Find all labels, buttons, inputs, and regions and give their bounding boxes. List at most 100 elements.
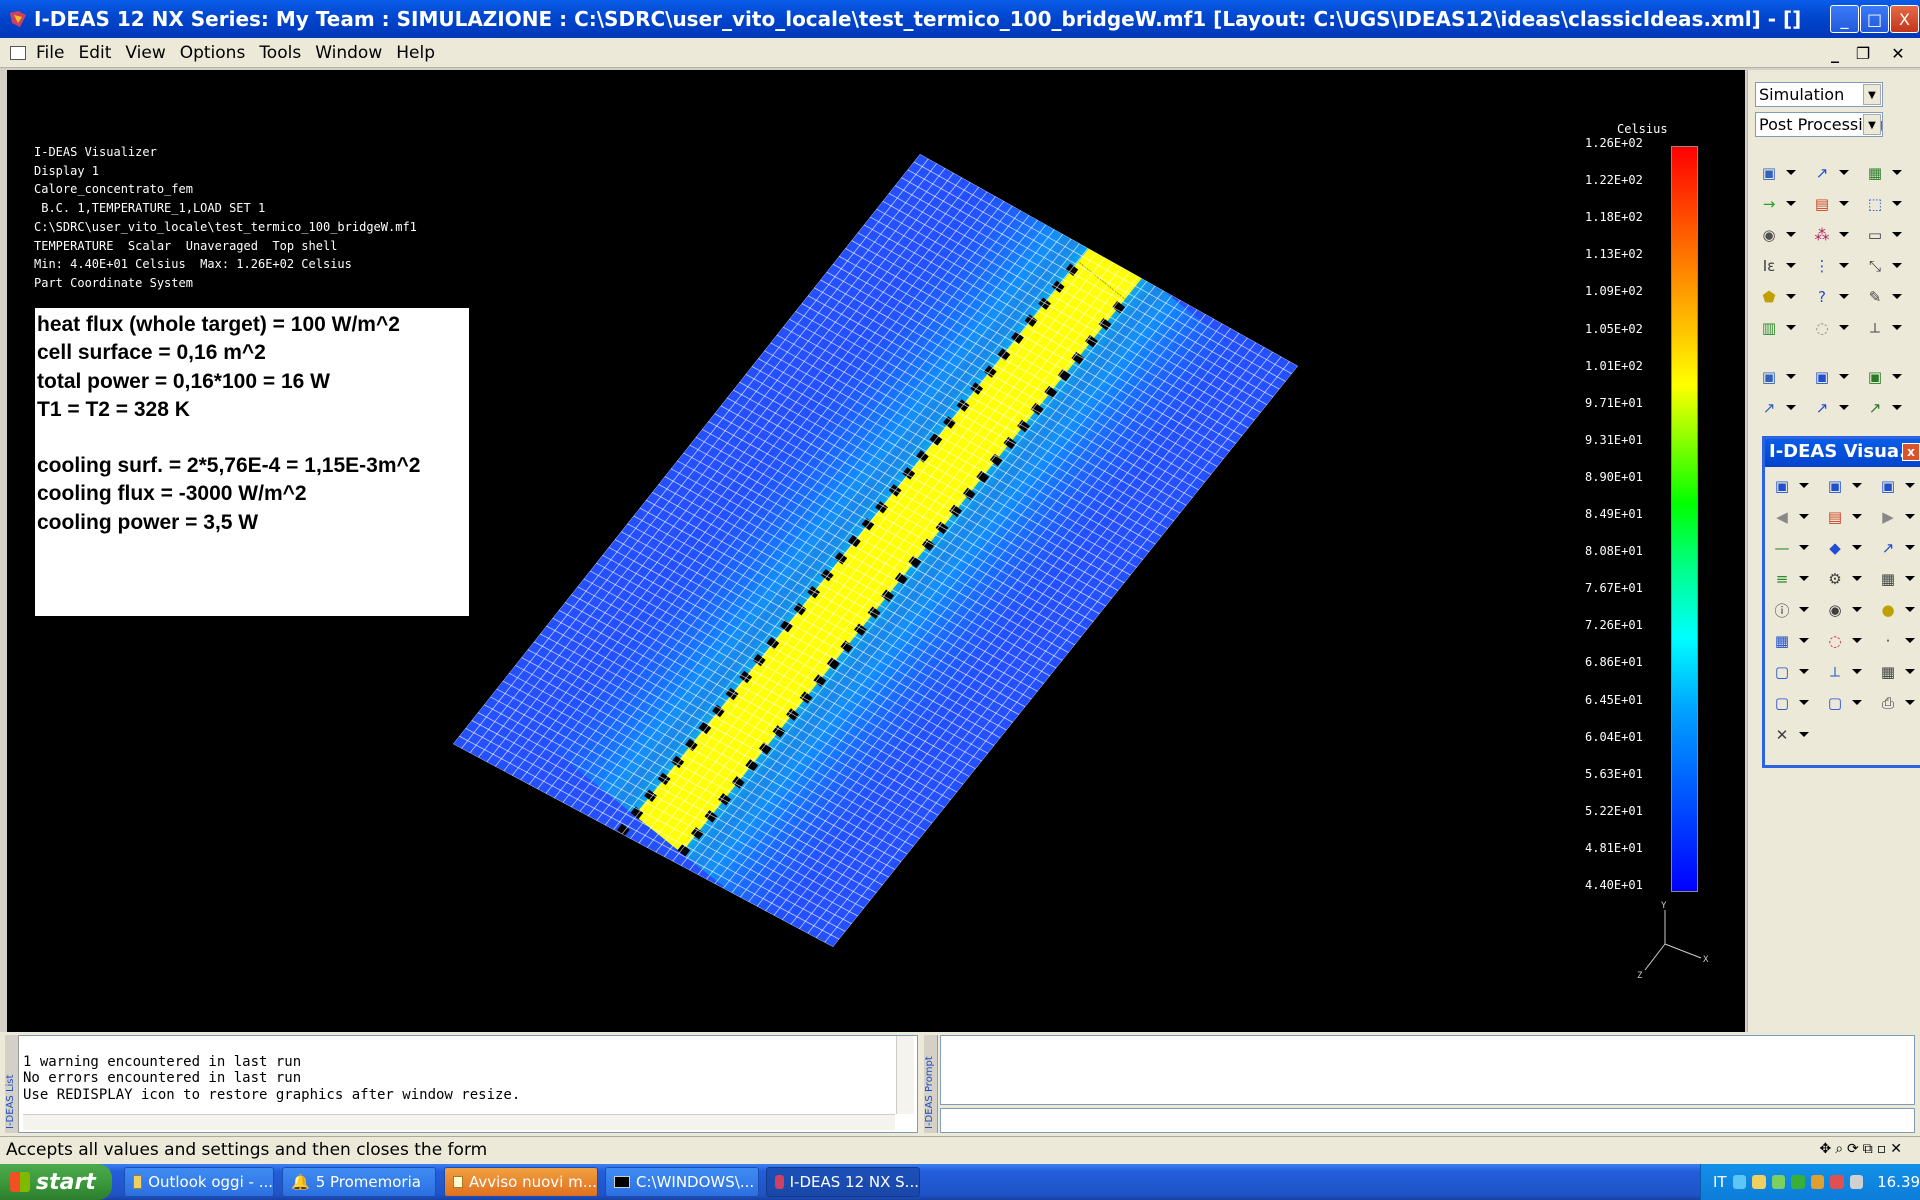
visualizer-tool-icon[interactable]: ◀: [1769, 504, 1809, 530]
task-outlook[interactable]: Outlook oggi - ...: [124, 1167, 274, 1197]
menu-edit[interactable]: Edit: [76, 41, 113, 65]
list-horizontal-scrollbar[interactable]: [23, 1114, 895, 1130]
console-icon: [614, 1176, 630, 1188]
visualizer-tool-icon[interactable]: —: [1769, 535, 1809, 561]
visualizer-tool-icon[interactable]: ◆: [1822, 535, 1862, 561]
visualizer-tool-icon[interactable]: ◌: [1822, 628, 1862, 654]
tool-icon[interactable]: ◌: [1809, 315, 1849, 341]
visualizer-tool-icon[interactable]: ◉: [1822, 597, 1862, 623]
tool-icon[interactable]: ⋮: [1809, 253, 1849, 279]
visualizer-tool-icon[interactable]: ▢: [1769, 659, 1809, 685]
visualizer-tool-icon[interactable]: ⎙: [1875, 690, 1915, 716]
prompt-history-area[interactable]: [940, 1035, 1915, 1105]
mail-tray-icon[interactable]: [1752, 1175, 1766, 1189]
color-legend-bar: [1671, 146, 1698, 892]
ideas-icon: [775, 1175, 784, 1189]
menu-help[interactable]: Help: [394, 41, 437, 65]
visualizer-tool-icon[interactable]: ↗: [1875, 535, 1915, 561]
tool-icon[interactable]: ↗: [1809, 160, 1849, 186]
visualizer-tool-icon[interactable]: ▢: [1769, 690, 1809, 716]
tool-icon[interactable]: ✎: [1862, 284, 1902, 310]
tool-icon[interactable]: ↗: [1756, 395, 1796, 421]
task-ideas[interactable]: I-DEAS 12 NX S...: [766, 1167, 920, 1197]
prompt-input[interactable]: [940, 1108, 1915, 1133]
menu-options[interactable]: Options: [178, 41, 248, 65]
messenger-icon[interactable]: [1791, 1175, 1805, 1189]
close-button[interactable]: X: [1890, 5, 1919, 33]
sync-icon[interactable]: [1771, 1175, 1786, 1189]
status-text: Accepts all values and settings and then…: [6, 1140, 488, 1160]
visualizer-tool-icon[interactable]: ▦: [1769, 628, 1809, 654]
shield-icon[interactable]: [1830, 1175, 1844, 1189]
visualizer-tool-icon[interactable]: ▣: [1875, 473, 1915, 499]
window-titlebar[interactable]: I-DEAS 12 NX Series: My Team : SIMULAZIO…: [0, 0, 1920, 38]
list-panel-tab[interactable]: I-DEAS List: [5, 1035, 19, 1133]
menu-view[interactable]: View: [123, 41, 167, 65]
task-reminders[interactable]: 🔔 5 Promemoria: [282, 1167, 436, 1197]
visualizer-tool-icon[interactable]: ▦: [1875, 566, 1915, 592]
tool-icon[interactable]: ◉: [1756, 222, 1796, 248]
fem-temperature-plot[interactable]: [7, 70, 1745, 1032]
tool-icon[interactable]: ⬚: [1862, 191, 1902, 217]
visualizer-panel-close-icon[interactable]: x: [1902, 443, 1920, 461]
volume-icon[interactable]: [1849, 1175, 1864, 1189]
clock: 16.39: [1877, 1173, 1920, 1191]
visualizer-tool-icon[interactable]: ▦: [1875, 659, 1915, 685]
menu-tools[interactable]: Tools: [257, 41, 303, 65]
tool-icon[interactable]: ?: [1809, 284, 1849, 310]
visualizer-tool-icon[interactable]: ·: [1875, 628, 1915, 654]
visualizer-tool-icon[interactable]: ▶: [1875, 504, 1915, 530]
view-control-icons[interactable]: ✥⌕⟳⧉▫✕: [1819, 1141, 1906, 1157]
security-icon[interactable]: [1810, 1175, 1825, 1189]
menu-window[interactable]: Window: [313, 41, 384, 65]
tool-icon[interactable]: ▣: [1862, 364, 1902, 390]
start-button[interactable]: start: [0, 1164, 112, 1200]
tool-icon[interactable]: ⬟: [1756, 284, 1796, 310]
visualizer-tool-icon[interactable]: ✕: [1769, 722, 1809, 748]
tool-icon[interactable]: ⤡: [1862, 253, 1902, 279]
tool-icon[interactable]: ▦: [1862, 160, 1902, 186]
visualizer-tool-icon[interactable]: ▢: [1822, 690, 1862, 716]
mdi-minimize-button[interactable]: _: [1822, 44, 1848, 66]
visualizer-tool-icon[interactable]: ⚙: [1822, 566, 1862, 592]
tool-icon[interactable]: ↗: [1809, 395, 1849, 421]
tool-icon[interactable]: ↗: [1862, 395, 1902, 421]
tool-icon[interactable]: ▤: [1809, 191, 1849, 217]
task-cmd[interactable]: C:\WINDOWS\...: [605, 1167, 759, 1197]
task-new-mail-notice[interactable]: Avviso nuovi m...: [444, 1167, 598, 1197]
maximize-button[interactable]: □: [1860, 5, 1889, 33]
visualizer-tool-icon[interactable]: ≡: [1769, 566, 1809, 592]
visualizer-tool-icon[interactable]: ▣: [1822, 473, 1862, 499]
tool-icon[interactable]: ⟂: [1862, 315, 1902, 341]
list-vertical-scrollbar[interactable]: [896, 1036, 914, 1114]
legend-label: 6.86E+01: [1585, 655, 1643, 670]
language-indicator[interactable]: IT: [1713, 1173, 1727, 1191]
subtask-select[interactable]: Post Processing ▼: [1755, 112, 1883, 137]
visualizer-tool-icon[interactable]: ▣: [1769, 473, 1809, 499]
task-select[interactable]: Simulation ▼: [1755, 82, 1883, 107]
tool-icon[interactable]: ▥: [1756, 315, 1796, 341]
svg-text:X: X: [1703, 955, 1709, 965]
tool-icon[interactable]: ▣: [1809, 364, 1849, 390]
tool-icon[interactable]: Iε: [1756, 253, 1796, 279]
visualizer-panel-title[interactable]: I-DEAS Visua... x: [1765, 439, 1920, 467]
window-title: I-DEAS 12 NX Series: My Team : SIMULAZIO…: [34, 7, 1802, 31]
minimize-button[interactable]: _: [1830, 5, 1859, 33]
legend-label: 1.13E+02: [1585, 247, 1643, 262]
graphics-viewport[interactable]: I-DEAS Visualizer Display 1 Calore_concent…: [7, 70, 1745, 1032]
prompt-panel-tab[interactable]: I-DEAS Prompt: [924, 1035, 938, 1133]
tool-icon[interactable]: ⁂: [1809, 222, 1849, 248]
tool-icon[interactable]: →: [1756, 191, 1796, 217]
menu-file[interactable]: File: [34, 41, 66, 65]
tool-icon[interactable]: ▣: [1756, 364, 1796, 390]
visualizer-tool-icon[interactable]: ⓘ: [1769, 597, 1809, 623]
visualizer-tool-icon[interactable]: ●: [1875, 597, 1915, 623]
visualizer-tool-icon[interactable]: ⟂: [1822, 659, 1862, 685]
mdi-close-button[interactable]: ✕: [1885, 44, 1911, 66]
tool-icon[interactable]: ▭: [1862, 222, 1902, 248]
tool-icon[interactable]: ▣: [1756, 160, 1796, 186]
cooling-pad: [663, 861, 677, 874]
visualizer-tool-icon[interactable]: ▤: [1822, 504, 1862, 530]
mdi-restore-button[interactable]: ❐: [1850, 44, 1876, 66]
network-icon[interactable]: [1732, 1175, 1747, 1189]
